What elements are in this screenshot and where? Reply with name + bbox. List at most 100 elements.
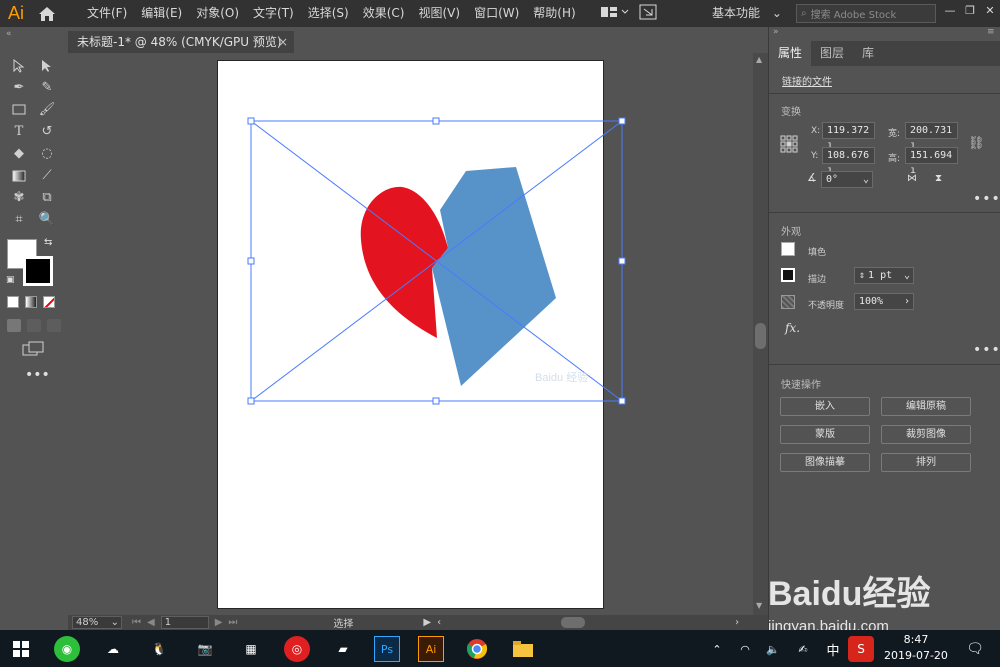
baidu-watermark-brand: Baidu经验 — [768, 575, 931, 613]
volume-icon[interactable]: 🔈 — [760, 636, 786, 662]
blue-shape[interactable] — [432, 167, 556, 386]
tab-properties[interactable]: 属性 — [769, 41, 812, 66]
constrain-proportions-icon[interactable]: ⛓ — [968, 136, 985, 151]
quick-actions-title: 快速操作 — [781, 380, 821, 391]
status-menu-icon[interactable]: ▶ — [423, 617, 431, 628]
angle-value: 0° — [826, 174, 839, 185]
scroll-down-icon[interactable]: ▼ — [756, 601, 762, 610]
status-bar: 48% ⌄ ⏮ ◀ 1 ▶ ⏭ 选择 ▶ ‹ › — [68, 615, 768, 630]
notification-center-icon[interactable]: 🗨 — [962, 636, 988, 662]
zoom-level-field[interactable]: 48% ⌄ — [72, 616, 122, 629]
width-field[interactable]: 200.731 ı — [905, 122, 958, 151]
angle-icon: ∡ — [807, 171, 817, 184]
ime-indicator[interactable]: 中 — [820, 636, 846, 662]
camera-icon[interactable]: 📷 — [192, 636, 218, 662]
flip-horizontal-icon[interactable]: ⋈ — [907, 173, 917, 184]
close-icon[interactable]: ✕ — [980, 0, 1000, 22]
reference-point-icon[interactable] — [780, 135, 798, 156]
y-field[interactable]: 108.676 ı — [822, 147, 875, 176]
baidu-watermark: Baidu经验 jingyan.baidu.com — [768, 558, 1000, 635]
page-number-field[interactable]: 1 — [160, 616, 209, 629]
zoom-level-value: 48% — [76, 617, 99, 628]
image-trace-button[interactable]: 图像描摹 — [780, 453, 870, 472]
stock-search-input[interactable]: ⌕ 搜索 Adobe Stock — [796, 4, 936, 23]
stroke-color-swatch[interactable] — [781, 268, 795, 282]
opacity-icon — [781, 295, 795, 309]
stroke-weight-field[interactable]: ⇕ 1 pt ⌄ — [854, 267, 914, 284]
search-icon: ⌕ — [801, 8, 807, 19]
page-number-value: 1 — [164, 617, 172, 628]
netease-music-icon[interactable]: ◎ — [284, 636, 310, 662]
pen-workspace-icon[interactable]: ✍ — [790, 636, 816, 662]
first-page-icon[interactable]: ⏮ — [132, 617, 141, 628]
horizontal-scroll-thumb[interactable] — [561, 617, 586, 628]
more-options-icon[interactable]: ••• — [973, 191, 1000, 207]
tab-layers[interactable]: 图层 — [811, 41, 853, 66]
appearance-title: 外观 — [781, 227, 801, 238]
fx-icon[interactable]: fx. — [785, 321, 800, 335]
chevron-down-icon: ⌄ — [771, 6, 782, 20]
vertical-scrollbar[interactable]: ▲ ▼ — [753, 53, 768, 615]
next-page-icon[interactable]: ▶ — [215, 617, 223, 628]
file-explorer-icon[interactable] — [510, 636, 536, 662]
opacity-value: 100% — [859, 296, 884, 307]
selection-bounding-box[interactable] — [250, 120, 623, 402]
scroll-left-icon[interactable]: ‹ — [437, 617, 441, 628]
angle-field[interactable]: 0° ⌄ — [821, 171, 873, 188]
crop-image-button[interactable]: 裁剪图像 — [881, 425, 971, 444]
windows-taskbar: ◉ ☁ 🐧 📷 ▦ ◎ ▰ Ps Ai ⌃ ◠ 🔈 ✍ 中 S 8:47 201… — [0, 630, 1000, 667]
show-hidden-icons[interactable]: ⌃ — [704, 636, 730, 662]
collapse-panel-icon[interactable]: » — [773, 27, 779, 37]
opacity-field[interactable]: 100% › — [854, 293, 914, 310]
stepper-icon[interactable]: ⇕ — [859, 270, 865, 281]
minimize-icon[interactable]: — — [940, 0, 960, 22]
artboard-watermark: Baidu 经验 — [535, 370, 588, 384]
flip-vertical-icon[interactable]: ⧗ — [935, 173, 942, 184]
illustrator-icon[interactable]: Ai — [418, 636, 444, 662]
wifi-icon[interactable]: ◠ — [732, 636, 758, 662]
photoshop-icon[interactable]: Ps — [374, 636, 400, 662]
app-icon[interactable]: ▰ — [330, 636, 356, 662]
wechat-icon[interactable]: ◉ — [54, 636, 80, 662]
stock-search-placeholder: 搜索 Adobe Stock — [810, 10, 897, 21]
sogou-input-icon[interactable]: S — [848, 636, 874, 662]
windows-start-icon[interactable] — [8, 636, 34, 662]
opacity-label[interactable]: 不透明度 — [808, 298, 844, 311]
qq-icon[interactable]: 🐧 — [146, 636, 172, 662]
fill-color-swatch[interactable] — [781, 242, 795, 256]
clock-date: 2019-07-20 — [884, 649, 948, 662]
calendar-icon[interactable]: ▦ — [238, 636, 264, 662]
chevron-down-icon: ⌄ — [110, 617, 119, 628]
panel-menu-icon[interactable]: ≡ — [987, 27, 995, 37]
x-label: X: — [811, 126, 821, 136]
properties-panel: » ≡ 属性 图层 库 链接的文件 变换 X: 119.372 ı 宽: 200… — [768, 27, 1000, 630]
x-field[interactable]: 119.372 ı — [822, 122, 875, 151]
prev-page-icon[interactable]: ◀ — [147, 617, 155, 628]
tab-libraries[interactable]: 库 — [853, 41, 883, 66]
height-label: 高: — [888, 154, 901, 164]
width-label: 宽: — [888, 129, 901, 139]
scroll-up-icon[interactable]: ▲ — [756, 55, 762, 64]
y-label: Y: — [811, 151, 819, 161]
mask-button[interactable]: 蒙版 — [780, 425, 870, 444]
height-field[interactable]: 151.694 ı — [905, 147, 958, 176]
scroll-right-icon[interactable]: › — [735, 617, 739, 628]
linked-file-link[interactable]: 链接的文件 — [782, 73, 832, 88]
restore-icon[interactable]: ❐ — [960, 0, 980, 22]
chrome-icon[interactable] — [464, 636, 490, 662]
embed-button[interactable]: 嵌入 — [780, 397, 870, 416]
chevron-right-icon: › — [903, 296, 910, 307]
scroll-thumb[interactable] — [755, 323, 766, 349]
edit-original-button[interactable]: 编辑原稿 — [881, 397, 971, 416]
system-clock[interactable]: 8:47 2019-07-20 — [884, 632, 948, 664]
chevron-down-icon: ⌄ — [903, 270, 910, 281]
stroke-label[interactable]: 描边 — [808, 272, 826, 285]
last-page-icon[interactable]: ⏭ — [228, 617, 237, 628]
arrange-button[interactable]: 排列 — [881, 453, 971, 472]
panel-tabs: 属性 图层 库 — [769, 41, 1000, 66]
chevron-down-icon: ⌄ — [862, 174, 869, 185]
more-options-icon[interactable]: ••• — [973, 342, 1000, 358]
network-app-icon[interactable]: ☁ — [100, 636, 126, 662]
stroke-weight-value: 1 pt — [868, 270, 893, 281]
clock-time: 8:47 — [903, 633, 929, 646]
